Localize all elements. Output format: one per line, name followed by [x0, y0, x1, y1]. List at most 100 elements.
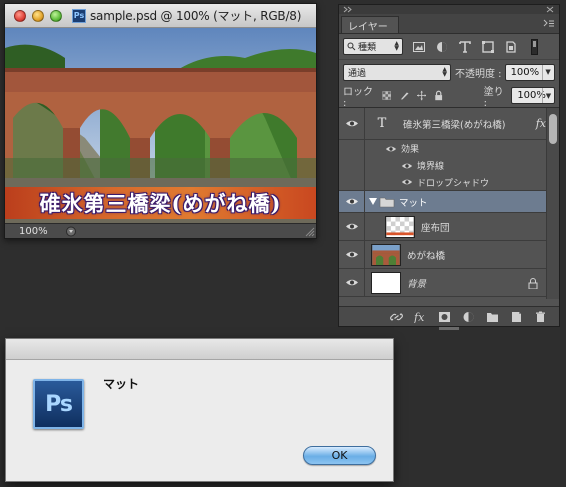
ps-app-badge: Ps: [45, 391, 73, 417]
new-layer-icon[interactable]: [510, 311, 523, 323]
blend-mode-value: 通過: [348, 68, 367, 79]
filter-toggle-switch[interactable]: [531, 38, 538, 55]
panel-menu-icon[interactable]: [543, 19, 555, 28]
layer-style-fx-icon[interactable]: fx: [414, 311, 427, 323]
fill-dropdown-icon[interactable]: ▼: [541, 88, 554, 103]
new-group-folder-icon[interactable]: [486, 311, 499, 323]
visibility-spacer: [339, 140, 365, 157]
effect-stroke-row[interactable]: 境界線: [339, 157, 548, 174]
add-mask-icon[interactable]: [438, 311, 451, 323]
layers-list: T 碓氷第三橋梁(めがね橋) fx 効果 境界線 ドロップシャドウ マット 座布…: [339, 108, 548, 299]
effect-stroke-label: 境界線: [417, 162, 445, 172]
eye-icon: [345, 279, 358, 286]
scrollbar-thumb[interactable]: [549, 114, 557, 144]
trash-icon[interactable]: [534, 311, 547, 323]
blend-mode-select[interactable]: 通過 ▲ ▼: [343, 63, 451, 81]
document-titlebar[interactable]: Ps sample.psd @ 100% (マット, RGB/8): [5, 4, 316, 28]
close-window-button[interactable]: [14, 9, 26, 22]
tab-layers[interactable]: レイヤー: [341, 16, 399, 33]
visibility-toggle[interactable]: [339, 191, 365, 212]
new-adjustment-layer-icon[interactable]: [462, 311, 475, 323]
opacity-dropdown-icon[interactable]: ▼: [541, 64, 554, 80]
eye-icon[interactable]: [401, 162, 413, 170]
effect-shadow-label: ドロップシャドウ: [417, 178, 490, 189]
effects-row[interactable]: 効果: [339, 140, 548, 157]
fill-label: 塗り :: [483, 86, 504, 109]
document-statusbar: 100%: [5, 223, 316, 238]
lock-transparency-icon[interactable]: [382, 90, 392, 101]
eye-icon: [345, 120, 358, 127]
opacity-field[interactable]: 100% ▼: [504, 63, 555, 81]
layers-panel-footer: fx: [339, 306, 559, 326]
zoom-window-button[interactable]: [50, 9, 62, 22]
lock-label: ロック :: [343, 86, 373, 109]
eye-icon: [345, 198, 358, 205]
panel-tab-row: レイヤー: [339, 14, 559, 34]
alert-dialog: Ps マット OK: [5, 338, 394, 482]
document-canvas[interactable]: 碓氷第三橋梁(めがね橋): [5, 28, 316, 224]
shape-layer-filter-icon[interactable]: [481, 40, 495, 54]
lock-row: ロック : 塗り : 100% ▼: [339, 84, 559, 109]
filter-kind-select[interactable]: 種類 ▲ ▼: [343, 38, 403, 55]
updown-arrows-icon: ▲ ▼: [442, 65, 447, 78]
smart-object-filter-icon[interactable]: [504, 40, 518, 54]
filter-kind-label: 種類: [358, 43, 377, 53]
layer-row-background[interactable]: 背景: [339, 269, 548, 297]
psd-file-icon: Ps: [72, 8, 86, 23]
alert-titlebar[interactable]: [6, 339, 393, 360]
visibility-spacer: [339, 157, 365, 174]
layer-row-photo[interactable]: めがね橋: [339, 241, 548, 269]
effects-label: 効果: [401, 145, 420, 155]
eye-icon: [345, 223, 358, 230]
effect-shadow-row[interactable]: ドロップシャドウ: [339, 174, 548, 191]
search-icon: [347, 42, 356, 51]
fill-field[interactable]: 100% ▼: [511, 87, 555, 104]
opacity-value: 100%: [510, 66, 540, 78]
lock-position-icon[interactable]: [416, 90, 427, 101]
layer-name: マット: [399, 197, 428, 209]
pattern-layer-thumbnail: [385, 215, 415, 238]
fx-badge-icon[interactable]: fx: [536, 117, 546, 130]
adjustment-layer-filter-icon[interactable]: [435, 40, 449, 54]
ok-button[interactable]: OK: [303, 446, 376, 465]
visibility-toggle[interactable]: [339, 269, 365, 296]
link-layers-icon[interactable]: [390, 311, 403, 323]
lock-all-icon[interactable]: [434, 90, 443, 101]
background-layer-thumbnail: [371, 271, 401, 294]
caption-banner: 碓氷第三橋梁(めがね橋): [5, 187, 316, 219]
eye-icon[interactable]: [401, 178, 413, 186]
pixel-layer-filter-icon[interactable]: [412, 40, 426, 54]
photoshop-app-icon: Ps: [33, 379, 84, 429]
layer-name: めがね橋: [407, 250, 446, 262]
eye-icon: [345, 251, 358, 258]
close-panel-icon[interactable]: [546, 6, 554, 13]
layer-row-pattern[interactable]: 座布団: [339, 213, 548, 241]
lock-image-pixels-icon[interactable]: [400, 90, 409, 101]
layer-name: 座布団: [421, 222, 450, 234]
visibility-toggle[interactable]: [339, 213, 365, 240]
visibility-toggle[interactable]: [339, 108, 365, 139]
panel-collapse-bar[interactable]: [339, 5, 559, 14]
expand-triangle-icon[interactable]: [369, 198, 377, 205]
collapse-icon[interactable]: [343, 6, 353, 13]
photo-layer-thumbnail: [371, 243, 401, 266]
alert-message: マット: [103, 377, 140, 391]
eye-icon[interactable]: [385, 145, 397, 153]
svg-text:fx: fx: [414, 311, 425, 323]
document-title: sample.psd @ 100% (マット, RGB/8): [90, 9, 302, 23]
layer-row-group-selected[interactable]: マット: [339, 191, 548, 213]
resize-grip-icon[interactable]: [305, 227, 315, 237]
type-layer-filter-icon[interactable]: [458, 40, 472, 54]
blend-row: 通過 ▲ ▼ 不透明度 : 100% ▼: [339, 59, 559, 84]
caption-text: 碓氷第三橋梁(めがね橋): [39, 191, 282, 216]
zoom-level-field[interactable]: 100%: [19, 226, 59, 237]
panel-resize-handle[interactable]: [439, 327, 459, 330]
layers-scrollbar[interactable]: [546, 108, 559, 299]
minimize-window-button[interactable]: [32, 9, 44, 22]
opacity-label: 不透明度 :: [455, 68, 502, 80]
layer-row-text[interactable]: T 碓氷第三橋梁(めがね橋) fx: [339, 108, 548, 140]
layer-filter-row: 種類 ▲ ▼: [339, 34, 559, 59]
status-menu-icon[interactable]: [65, 226, 77, 237]
updown-arrows-icon: ▲ ▼: [394, 40, 399, 52]
visibility-toggle[interactable]: [339, 241, 365, 268]
